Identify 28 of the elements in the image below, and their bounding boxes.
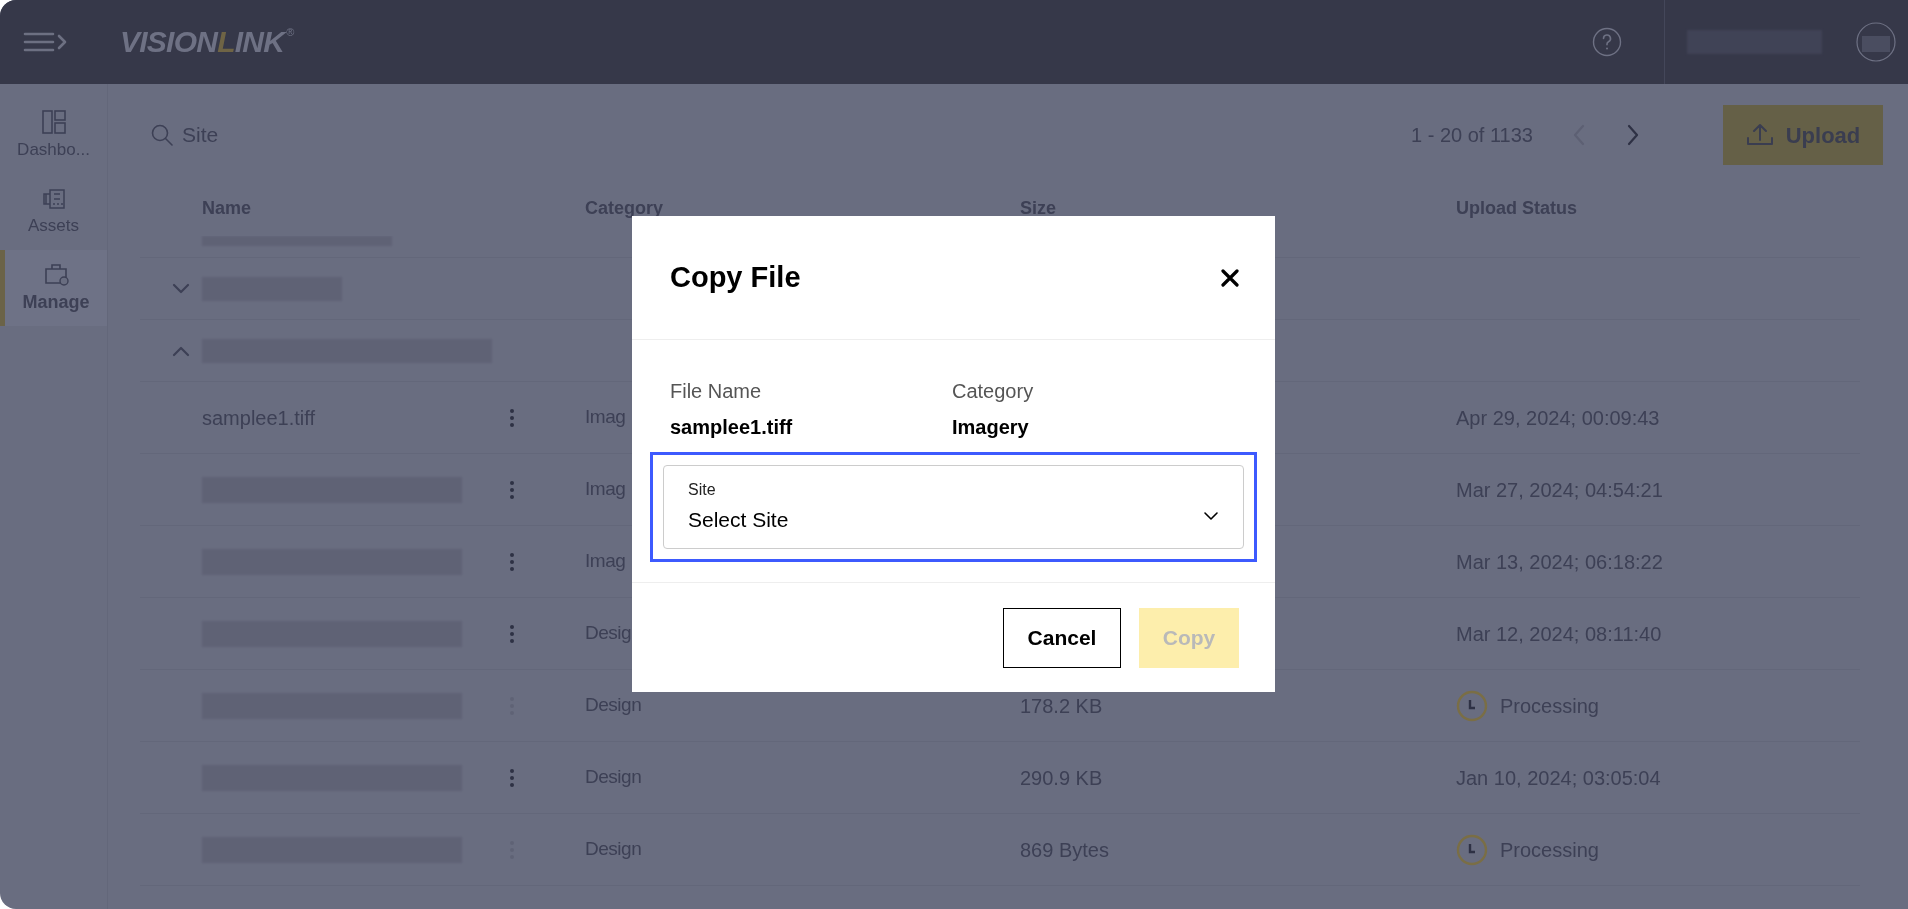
more-options-icon[interactable]: [509, 479, 515, 500]
chevron-icon[interactable]: [172, 344, 190, 357]
menu-icon[interactable]: [23, 30, 68, 54]
field-label: File Name: [670, 379, 763, 404]
field-value: Imagery: [952, 415, 1030, 440]
dialog-title: Copy File: [670, 259, 801, 295]
search-icon: [150, 123, 174, 147]
clock-icon: [1456, 689, 1488, 722]
field-value: samplee1.tiff: [670, 415, 794, 440]
clock-icon: [1456, 833, 1488, 866]
next-page-icon[interactable]: [1625, 122, 1641, 148]
more-options-icon[interactable]: [509, 551, 515, 572]
select-value: Select Site: [688, 507, 790, 534]
site-select[interactable]: Site Select Site: [663, 465, 1244, 549]
field-label: Category: [952, 379, 1034, 404]
cancel-button[interactable]: Cancel: [1003, 607, 1121, 668]
chevron-icon[interactable]: [172, 282, 190, 295]
help-icon[interactable]: [1592, 27, 1622, 57]
avatar-icon[interactable]: [1856, 22, 1896, 62]
more-options-icon[interactable]: [509, 767, 515, 788]
more-options-icon[interactable]: [509, 407, 515, 428]
select-label: Site: [688, 480, 717, 501]
close-icon[interactable]: [1221, 268, 1239, 287]
upload-icon: [1745, 122, 1774, 148]
more-options-icon[interactable]: [509, 623, 515, 644]
dashboard-icon: [40, 109, 67, 136]
logo: VISIONLINK®: [120, 27, 294, 57]
chevron-down-icon: [1203, 511, 1219, 521]
